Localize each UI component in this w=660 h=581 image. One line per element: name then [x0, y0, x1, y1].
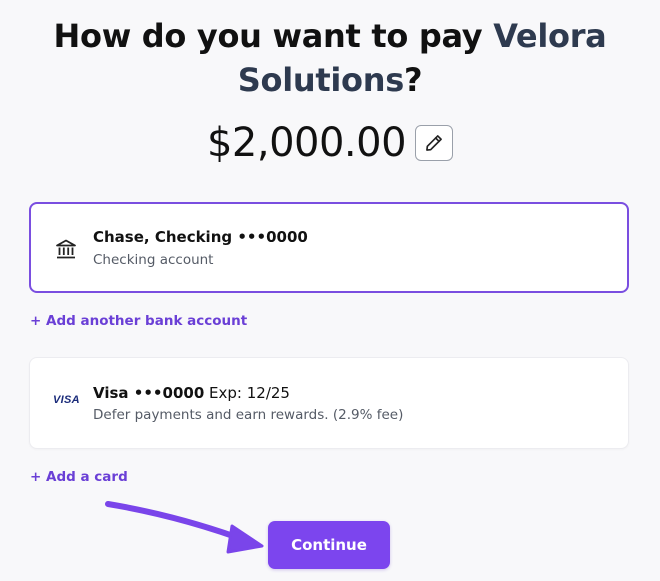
add-card-link[interactable]: + Add a card [30, 469, 128, 485]
edit-amount-button[interactable] [415, 125, 454, 161]
card-subtitle: Defer payments and earn rewards. (2.9% f… [93, 407, 404, 423]
title-suffix: ? [403, 61, 423, 99]
add-bank-account-link[interactable]: + Add another bank account [30, 313, 247, 329]
pencil-icon [426, 135, 442, 151]
bank-account-title: Chase, Checking •••0000 [93, 228, 308, 246]
bank-account-option[interactable]: Chase, Checking •••0000 Checking account [29, 202, 629, 293]
title-prefix: How do you want to pay [53, 17, 494, 55]
bank-icon [56, 239, 76, 259]
card-number: Visa •••0000 [93, 384, 205, 402]
payment-amount: $2,000.00 [206, 120, 407, 166]
visa-logo-icon: VISA [53, 394, 80, 406]
continue-button[interactable]: Continue [268, 521, 390, 569]
pointer-arrow-icon [105, 501, 264, 554]
payment-method-page: How do you want to pay Velora Solutions?… [0, 0, 660, 581]
card-option[interactable]: VISA Visa •••0000 Exp: 12/25 Defer payme… [29, 357, 629, 449]
page-title: How do you want to pay Velora Solutions? [0, 14, 660, 102]
bank-account-subtitle: Checking account [93, 252, 214, 268]
card-title: Visa •••0000 Exp: 12/25 [93, 384, 290, 402]
card-expiry: Exp: 12/25 [204, 384, 290, 402]
amount-row: $2,000.00 [0, 120, 660, 166]
